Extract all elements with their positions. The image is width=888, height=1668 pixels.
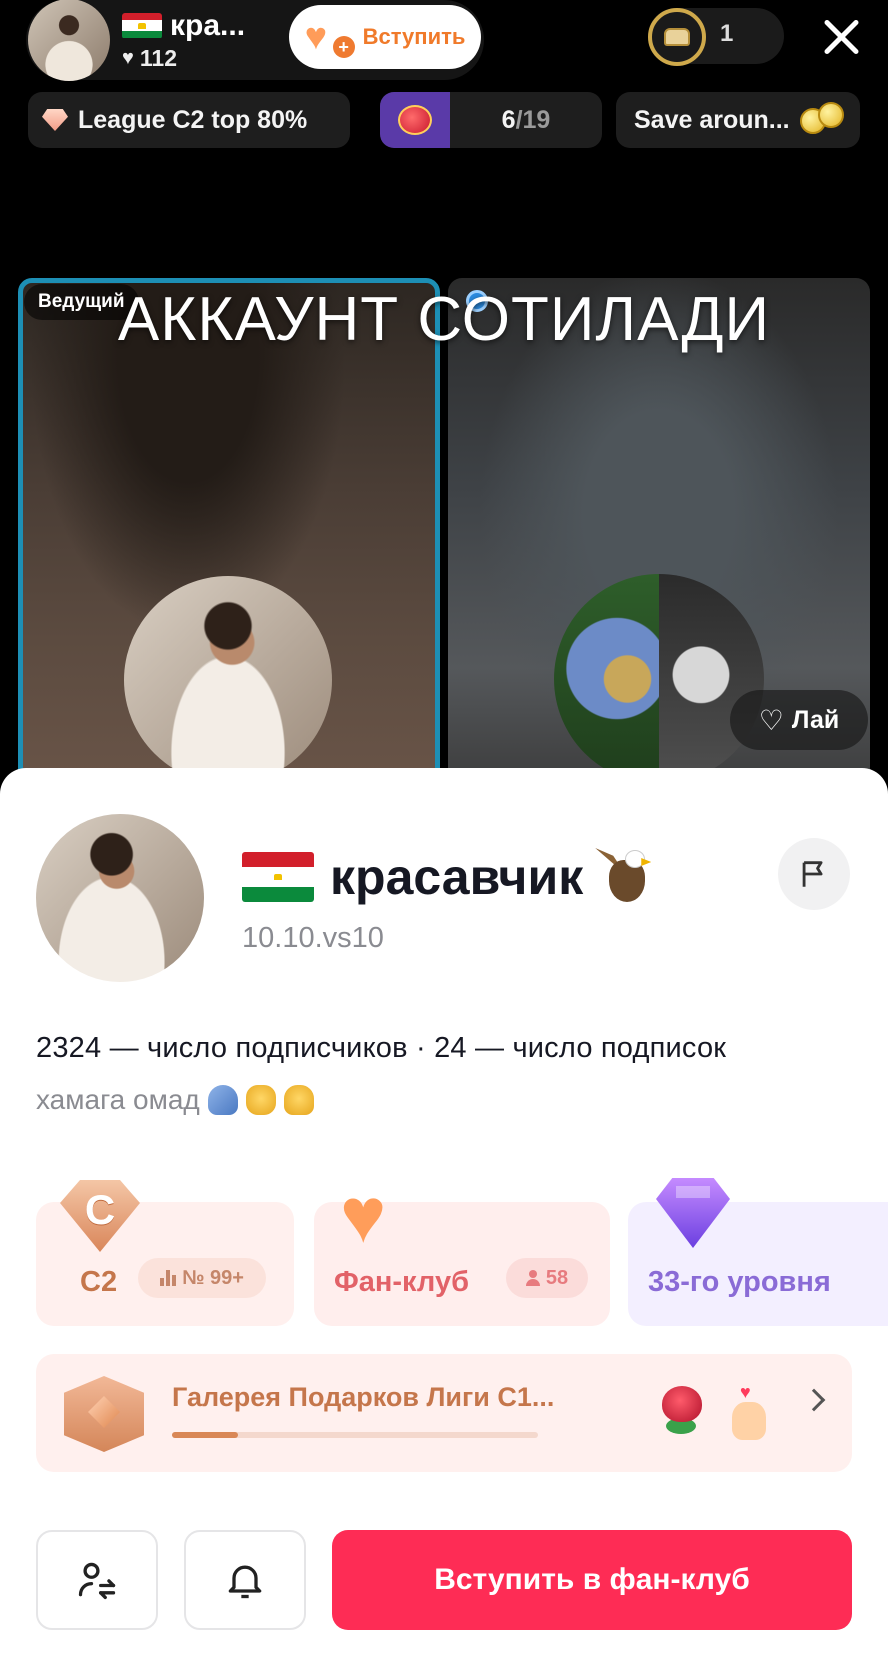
- notification-button[interactable]: [184, 1530, 306, 1630]
- coins-icon: [799, 102, 846, 138]
- league-label: C2: [80, 1266, 118, 1298]
- league-rank-badge: № 99+: [138, 1258, 266, 1298]
- heart-outline-icon: ♡: [758, 704, 784, 736]
- save-chip[interactable]: Save aroun...: [616, 92, 860, 148]
- viewer-count: 1: [720, 20, 734, 47]
- league-rank: № 99+: [182, 1266, 244, 1289]
- match-current: 6: [501, 105, 516, 134]
- league-chip[interactable]: League C2 top 80%: [28, 92, 350, 148]
- add-friend-button[interactable]: [36, 1530, 158, 1630]
- person-icon: [525, 1270, 540, 1286]
- eagle-icon: [595, 844, 661, 910]
- level-card[interactable]: [628, 1202, 888, 1326]
- like-label: Лай: [791, 705, 840, 734]
- report-flag-icon: [802, 861, 823, 887]
- bell-icon: [228, 1565, 262, 1599]
- tajikistan-flag-icon: [122, 12, 162, 39]
- tajikistan-flag-icon: [242, 852, 314, 902]
- host-name: кра...: [170, 8, 246, 42]
- join-fanclub-top-button[interactable]: ♥ + Вступить: [289, 5, 481, 69]
- sofa-icon[interactable]: [648, 8, 706, 66]
- fanclub-count-badge: 58: [506, 1258, 588, 1298]
- gift-gallery-progress-fill: [172, 1432, 238, 1438]
- host-likes: ♥ 112: [122, 45, 282, 72]
- league-letter: C: [84, 1186, 116, 1233]
- add-friend-icon: [78, 1562, 116, 1600]
- chevron-right-icon: [802, 1388, 826, 1412]
- fanclub-label: Фан-клуб: [334, 1266, 470, 1298]
- bio-text: хамага омад: [36, 1084, 200, 1115]
- join-fanclub-button[interactable]: Вступить в фан-клуб: [332, 1530, 852, 1630]
- waving-hand-icon: [283, 1085, 314, 1115]
- like-button[interactable]: ♡ Лай: [730, 690, 868, 750]
- fanclub-count: 58: [545, 1266, 569, 1289]
- gift-gallery-title: Галерея Подарков Лиги C1...: [172, 1382, 555, 1412]
- match-progress: 6/19: [450, 106, 602, 135]
- stream-overlay-title: АККАУНТ СОТИЛАДИ: [117, 285, 771, 354]
- host-info: кра... ♥ 112: [122, 9, 282, 72]
- save-chip-label: Save aroun...: [634, 105, 790, 134]
- profile-name-row: красавчик: [242, 844, 661, 910]
- fanclub-heart-plus-icon: ♥ +: [305, 16, 355, 58]
- gift-gallery-banner[interactable]: Галерея Подарков Лиги C1... ♥: [36, 1354, 852, 1472]
- people-hugging-icon: [207, 1085, 238, 1115]
- clapping-hands-icon: [245, 1085, 276, 1115]
- host-cam-avatar[interactable]: [124, 576, 332, 784]
- finger-heart-gift-icon: ♥: [726, 1382, 772, 1442]
- rose-gift-icon: [656, 1384, 708, 1440]
- profile-name: красавчик: [330, 849, 584, 905]
- profile-handle: 10.10.vs10: [242, 922, 384, 954]
- report-button[interactable]: [778, 838, 850, 910]
- match-total: /19: [515, 105, 551, 134]
- host-name-row: кра...: [122, 9, 282, 43]
- follow-stats: 2324 — число подписчиков · 24 — число по…: [36, 1032, 727, 1064]
- bars-icon: [160, 1270, 177, 1286]
- join-top-label: Вступить: [362, 24, 466, 49]
- level-label: 33-го уровня: [648, 1266, 831, 1298]
- host-likes-count: 112: [139, 44, 177, 71]
- match-mascot-icon: [380, 92, 450, 148]
- heart-icon: ♥: [122, 46, 134, 69]
- match-progress-chip[interactable]: 6/19: [380, 92, 602, 148]
- bio-row: хамага омад: [36, 1084, 314, 1116]
- host-avatar[interactable]: [28, 0, 110, 81]
- profile-sheet: красавчик 10.10.vs10 2324 — число подпис…: [0, 768, 888, 1668]
- fanclub-heart-icon: ♥: [340, 1171, 387, 1259]
- guest-cam-avatar[interactable]: [554, 574, 764, 784]
- close-icon[interactable]: [818, 14, 864, 60]
- league-chip-label: League C2 top 80%: [78, 105, 308, 134]
- gift-gallery-progress-track: [172, 1432, 538, 1438]
- gift-gallery-icon: [64, 1376, 144, 1452]
- diamond-icon: [42, 109, 68, 131]
- profile-avatar[interactable]: [36, 814, 204, 982]
